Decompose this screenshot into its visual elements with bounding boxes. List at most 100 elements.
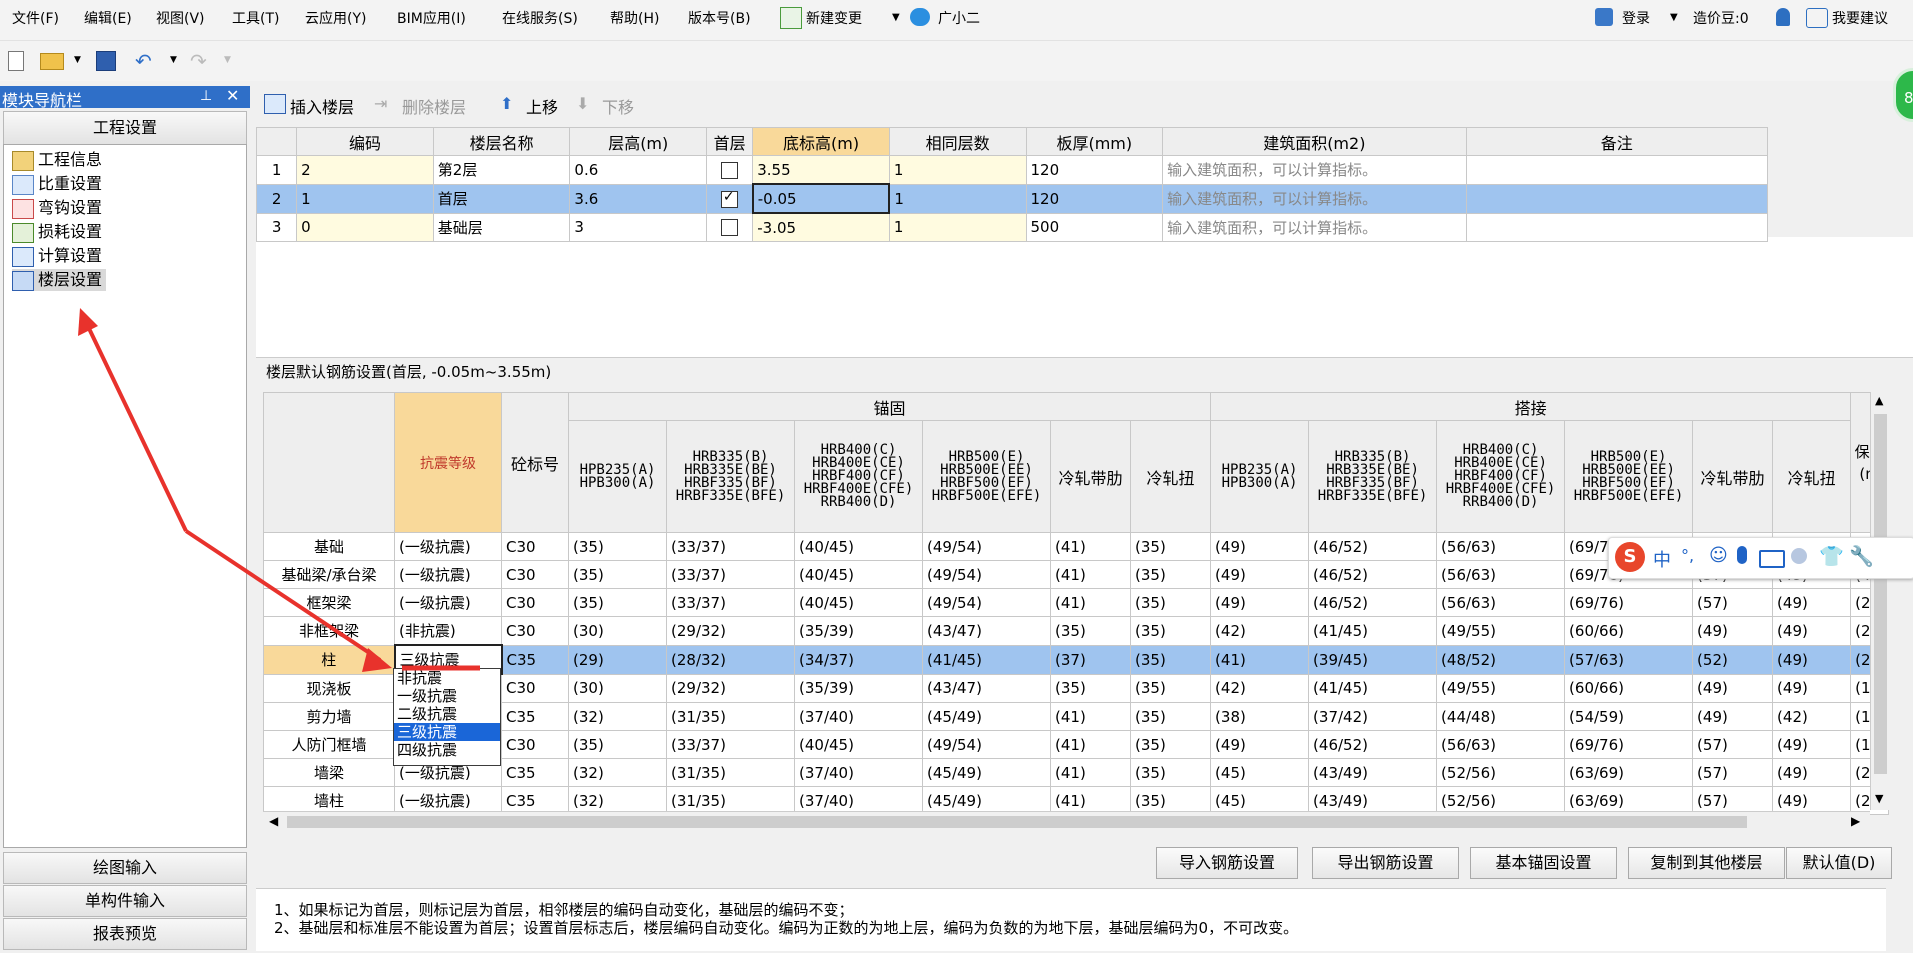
new-file-icon[interactable] (8, 51, 24, 71)
menu-cloud[interactable]: 云应用(Y) (305, 8, 366, 28)
bell-icon[interactable] (1776, 8, 1790, 26)
copy-to-floors-button[interactable]: 复制到其他楼层 (1628, 847, 1785, 879)
cell-lap[interactable]: (56/63) (1436, 560, 1566, 589)
cell-anchor[interactable]: (43/47) (922, 673, 1051, 703)
cell-first[interactable] (706, 155, 754, 185)
redo-icon[interactable]: ↷ (190, 49, 207, 73)
cell-anchor[interactable]: (35/39) (794, 616, 923, 646)
cell-anchor[interactable]: (41) (1050, 702, 1131, 731)
cell-lap[interactable]: (42) (1210, 673, 1310, 703)
import-rebar-button[interactable]: 导入钢筋设置 (1156, 847, 1298, 879)
cell-anchor[interactable]: (35) (1129, 758, 1212, 787)
first-floor-checkbox[interactable] (721, 161, 739, 179)
scroll-right-icon[interactable]: ▶ (1851, 814, 1860, 828)
cell-lap[interactable]: (41/45) (1308, 673, 1438, 703)
cell-concrete[interactable]: C30 (501, 560, 569, 589)
cell-lap[interactable]: (56/63) (1436, 588, 1566, 617)
scroll-left-icon[interactable]: ◀ (269, 814, 278, 828)
table-row[interactable]: 2 1 首层 3.6 ✓ -0.05 1 120 输入建筑面积，可以计算指标。 (255, 183, 1769, 214)
cell-seismic[interactable]: (一级抗震) (394, 588, 502, 617)
cell-concrete[interactable]: C35 (501, 644, 569, 675)
table-row[interactable]: 柱三级抗震 C35 (29) (28/32) (34/37) (41/45) (37) (35… (263, 644, 1890, 675)
cell-code[interactable]: 1 (296, 183, 434, 214)
cell-lap[interactable]: (49) (1772, 588, 1852, 617)
cell-area[interactable]: 输入建筑面积，可以计算指标。 (1162, 155, 1467, 185)
cell-anchor[interactable]: (32) (568, 702, 667, 731)
nav-item-calc[interactable]: 计算设置 (12, 245, 102, 267)
menu-assistant[interactable]: 广小二 (938, 8, 980, 28)
dropdown-option[interactable]: 四级抗震 (394, 741, 500, 759)
table-row[interactable]: 1 2 第2层 0.6 3.55 1 120 输入建筑面积，可以计算指标。 (255, 155, 1769, 185)
cell-lap[interactable]: (45) (1210, 758, 1310, 787)
ime-mode[interactable]: 中 (1653, 546, 1671, 572)
cell-anchor[interactable]: (35) (1129, 730, 1212, 759)
menu-version[interactable]: 版本号(B) (688, 8, 751, 28)
menu-file[interactable]: 文件(F) (12, 8, 59, 28)
cell-concrete[interactable]: C30 (501, 673, 569, 703)
move-down-button[interactable]: 下移 (602, 94, 634, 118)
cell-anchor[interactable]: (35) (568, 560, 667, 589)
cell-code[interactable]: 0 (296, 212, 434, 242)
user-icon[interactable] (1791, 548, 1807, 564)
dropdown-option[interactable]: 非抗震 (394, 669, 500, 687)
cell-lap[interactable]: (54/59) (1564, 702, 1694, 731)
vertical-scrollbar[interactable]: ▲ ▼ (1870, 392, 1891, 810)
cell-lap[interactable]: (49) (1210, 730, 1310, 759)
chevron-down-icon[interactable]: ▼ (74, 55, 81, 65)
nav-item-floor[interactable]: 楼层设置 (12, 269, 107, 291)
cell-elevation[interactable]: -0.05 (751, 183, 891, 214)
cell-lap[interactable]: (48/52) (1436, 644, 1566, 675)
dropdown-option-selected[interactable]: 三级抗震 (394, 723, 500, 741)
cell-anchor[interactable]: (32) (568, 758, 667, 787)
cell-anchor[interactable]: (35/39) (794, 673, 923, 703)
cell-area[interactable]: 输入建筑面积，可以计算指标。 (1162, 183, 1467, 214)
cell-lap[interactable]: (41) (1210, 644, 1310, 675)
cell-anchor[interactable]: (35) (1129, 673, 1212, 703)
cell-anchor[interactable]: (35) (1129, 532, 1212, 561)
table-row[interactable]: 框架梁 (一级抗震) C30 (35) (33/37) (40/45) (49/54) (41… (263, 588, 1890, 617)
cell-lap[interactable]: (57) (1692, 588, 1774, 617)
chevron-down-icon[interactable]: ▼ (224, 55, 231, 65)
cell-anchor[interactable]: (45/49) (922, 702, 1051, 731)
cell-lap[interactable]: (57) (1692, 758, 1774, 787)
nav-item-project-info[interactable]: 工程信息 (12, 149, 102, 171)
cell-anchor[interactable]: (35) (1129, 560, 1212, 589)
cell-anchor[interactable]: (29/32) (666, 673, 795, 703)
menu-edit[interactable]: 编辑(E) (84, 8, 132, 28)
cell-anchor[interactable]: (35) (1129, 616, 1212, 646)
cell-anchor[interactable]: (35) (1129, 644, 1212, 675)
nav-item-loss[interactable]: 损耗设置 (12, 221, 102, 243)
cell-lap[interactable]: (42) (1772, 702, 1852, 731)
open-folder-icon[interactable] (40, 53, 64, 70)
cell-same[interactable]: 1 (888, 155, 1027, 185)
cell-anchor[interactable]: (40/45) (794, 532, 923, 561)
cell-thickness[interactable]: 120 (1025, 183, 1164, 214)
cell-anchor[interactable]: (41/45) (922, 644, 1051, 675)
cell-name[interactable]: 基础层 (432, 212, 571, 242)
scroll-thumb[interactable] (1874, 414, 1887, 774)
first-floor-checkbox[interactable]: ✓ (720, 189, 738, 208)
cell-anchor[interactable]: (37/40) (794, 702, 923, 731)
dropdown-option[interactable]: 二级抗震 (394, 705, 500, 723)
cell-anchor[interactable]: (35) (568, 532, 667, 561)
cell-name[interactable]: 第2层 (432, 155, 571, 185)
move-up-button[interactable]: 上移 (526, 94, 558, 118)
cell-anchor[interactable]: (41) (1050, 560, 1131, 589)
cell-anchor[interactable]: (35) (1050, 673, 1131, 703)
cell-lap[interactable]: (41/45) (1308, 616, 1438, 646)
cell-anchor[interactable]: (49/54) (922, 560, 1051, 589)
cell-lap[interactable]: (38) (1210, 702, 1310, 731)
emoji-icon[interactable]: ☺ (1709, 545, 1728, 566)
cell-lap[interactable]: (49) (1692, 673, 1774, 703)
cell-lap[interactable]: (39/45) (1308, 644, 1438, 675)
nav-tab-single[interactable]: 单构件输入 (3, 885, 247, 917)
skin-icon[interactable]: 👕 (1819, 544, 1844, 568)
cell-remark[interactable] (1465, 212, 1769, 242)
cell-name[interactable]: 首层 (432, 183, 571, 214)
first-floor-checkbox[interactable] (721, 219, 739, 237)
login-link[interactable]: 登录 (1622, 8, 1650, 28)
cell-remark[interactable] (1465, 183, 1769, 214)
chevron-down-icon[interactable]: ▼ (892, 12, 900, 23)
menu-new-change[interactable]: 新建变更 (806, 8, 862, 28)
cell-lap[interactable]: (52/56) (1436, 758, 1566, 787)
